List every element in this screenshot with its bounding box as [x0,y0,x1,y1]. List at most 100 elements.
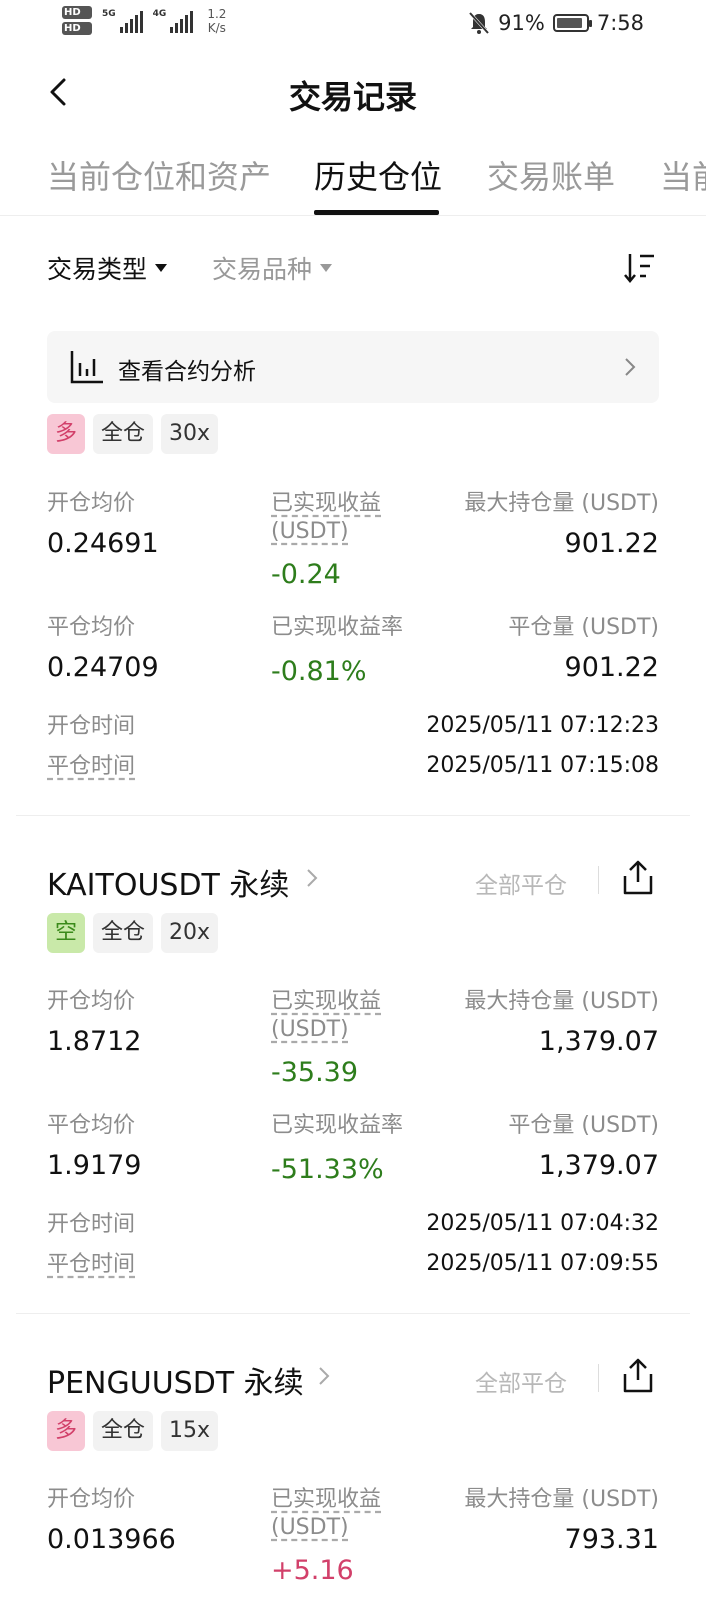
sort-icon[interactable] [622,250,658,286]
share-icon[interactable] [621,1358,655,1394]
open-avg-label: 开仓均价 [47,491,136,516]
battery-percent: 91% [498,11,545,35]
card-header: PENGUUSDT 永续 全部平仓 [47,1358,659,1408]
open-time-value: 2025/05/11 07:12:23 [426,713,659,738]
symbol-link[interactable]: PENGUUSDT 永续 [47,1358,304,1402]
position-card: 多 全仓 30x 开仓均价 已实现收益 (USDT) 最大持仓量 (USDT) … [0,414,720,794]
clock: 7:58 [596,11,644,35]
battery-fill [556,18,583,28]
share-icon[interactable] [621,860,655,896]
close-qty-value: 1,379.07 [538,1150,659,1181]
tag-row: 多 全仓 15x [47,1411,219,1451]
header-separator [598,1364,599,1392]
close-all-button[interactable]: 全部平仓 [475,1364,567,1398]
close-time-value: 2025/05/11 07:09:55 [426,1251,659,1276]
realized-pnl-value: +5.16 [271,1555,354,1586]
close-all-button[interactable]: 全部平仓 [475,866,567,900]
chevron-right-icon[interactable] [317,1364,331,1388]
open-time-value: 2025/05/11 07:04:32 [426,1211,659,1236]
trade-type-label: 交易类型 [47,255,148,284]
side-tag: 多 [47,414,86,454]
realized-pnl-unit: (USDT) [271,1515,349,1540]
active-tab-underline [314,210,439,215]
close-avg-value: 0.24709 [47,652,159,683]
max-position-value: 1,379.07 [538,1026,659,1057]
network-speed: 1.2 K/s [207,7,226,35]
product-dropdown[interactable]: 交易品种 [212,250,333,286]
close-time-label[interactable]: 平仓时间 [47,753,135,781]
tab-bar: 当前仓位和资产 历史仓位 交易账单 当前 [0,142,706,216]
realized-rate-value: -51.33% [271,1154,384,1185]
leverage-tag: 15x [161,1411,219,1451]
max-position-value: 901.22 [564,528,659,559]
margin-mode-tag: 全仓 [93,414,154,454]
open-time-label: 开仓时间 [47,1212,136,1237]
contract-analysis-banner[interactable]: 查看合约分析 [47,331,659,403]
realized-rate-label: 已实现收益率 [271,1113,404,1138]
realized-rate-value: -0.81% [271,656,367,687]
product-label: 交易品种 [212,255,313,284]
caret-down-icon [155,264,168,272]
leverage-tag: 30x [161,414,219,454]
tab-trade-bills[interactable]: 交易账单 [487,152,615,198]
max-position-label: 最大持仓量 (USDT) [464,1487,659,1512]
speed-unit: K/s [207,20,226,35]
realized-pnl-label[interactable]: 已实现收益 [271,988,381,1016]
page-title: 交易记录 [288,78,417,116]
open-time-label: 开仓时间 [47,714,136,739]
close-qty-label: 平仓量 (USDT) [508,1113,659,1138]
tab-current-orders[interactable]: 当前 [660,152,706,198]
open-avg-label: 开仓均价 [47,1487,136,1512]
trade-type-dropdown[interactable]: 交易类型 [47,250,168,286]
margin-mode-tag: 全仓 [93,1411,154,1451]
open-avg-value: 0.013966 [47,1524,176,1555]
close-time-label[interactable]: 平仓时间 [47,1251,135,1279]
close-avg-label: 平仓均价 [47,615,136,640]
tag-row: 空 全仓 20x [47,913,219,953]
contract-analysis-label: 查看合约分析 [118,359,256,385]
realized-pnl-value: -35.39 [271,1057,359,1088]
close-qty-label: 平仓量 (USDT) [508,615,659,640]
signal-5g-icon: 5G [102,9,143,33]
realized-pnl-label[interactable]: 已实现收益 [271,490,381,518]
position-card: KAITOUSDT 永续 全部平仓 空 全仓 20x 开仓均价 已实现收益 (U… [0,860,720,1290]
leverage-tag: 20x [161,913,219,953]
tab-current-positions[interactable]: 当前仓位和资产 [47,152,271,198]
realized-pnl-value: -0.24 [271,559,341,590]
margin-mode-tag: 全仓 [93,913,154,953]
hd-badge-1: HD [62,6,92,19]
close-qty-value: 901.22 [564,652,659,683]
tag-row: 多 全仓 30x [47,414,219,454]
status-right: 91% 7:58 [468,11,644,35]
realized-pnl-unit: (USDT) [271,1017,349,1042]
symbol-link[interactable]: KAITOUSDT 永续 [47,860,289,904]
close-avg-value: 1.9179 [47,1150,142,1181]
filter-row: 交易类型 交易品种 [47,246,662,290]
status-bar: HD HD 5G 4G 1.2 K/s 91% 7:58 [0,0,720,52]
max-position-value: 793.31 [564,1524,659,1555]
bar-chart-icon [70,351,103,384]
caret-down-icon [320,264,333,272]
realized-pnl-label[interactable]: 已实现收益 [271,1486,381,1514]
position-card: PENGUUSDT 永续 全部平仓 多 全仓 15x 开仓均价 已实现收益 (U… [0,1358,720,1600]
side-tag: 空 [47,913,86,953]
chevron-right-icon[interactable] [305,866,319,890]
tab-position-history[interactable]: 历史仓位 [314,152,442,198]
card-divider [16,1313,690,1314]
status-left: HD HD 5G 4G 1.2 K/s [62,6,226,35]
open-avg-value: 0.24691 [47,528,159,559]
max-position-label: 最大持仓量 (USDT) [464,491,659,516]
realized-pnl-unit: (USDT) [271,519,349,544]
close-time-value: 2025/05/11 07:15:08 [426,753,659,778]
hd-badge-2: HD [62,22,92,35]
card-header: KAITOUSDT 永续 全部平仓 [47,860,659,910]
side-tag: 多 [47,1411,86,1451]
signal-4g-icon: 4G [153,9,194,33]
chevron-right-icon [625,358,636,376]
close-avg-label: 平仓均价 [47,1113,136,1138]
open-avg-label: 开仓均价 [47,989,136,1014]
open-avg-value: 1.8712 [47,1026,142,1057]
card-divider [16,815,690,816]
max-position-label: 最大持仓量 (USDT) [464,989,659,1014]
header: 交易记录 [0,60,720,124]
